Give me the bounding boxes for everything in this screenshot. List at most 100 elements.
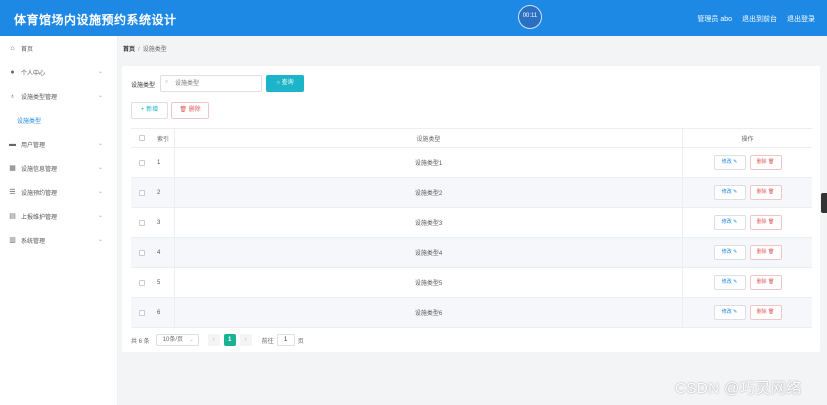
sidebar-item-5[interactable]: ▦ 设施信息管理 ⌄ — [0, 156, 117, 180]
sidebar-item-label: 系统管理 — [21, 238, 46, 245]
cell-ops: 修改 ✎ 删除 🗑 — [683, 185, 812, 200]
top-header: 体育馆场内设施预约系统设计 00:11 管理员 abo 退出到前台 退出登录 — [0, 0, 827, 36]
main-card: 设施类型 ⌕ ○ 查询 + 新增 🗑 删除 索引 设施类型 操作 1设施类型1修… — [122, 66, 820, 352]
cell-index: 3 — [153, 208, 175, 237]
sidebar-item-8[interactable]: ▥ 系统管理 ⌄ — [0, 228, 117, 252]
sidebar-item-3[interactable]: 设施类型 — [0, 108, 117, 132]
page-size-value: 10条/页 — [162, 337, 184, 343]
edit-button[interactable]: 修改 ✎ — [713, 305, 746, 320]
cell-type: 设施类型1 — [175, 148, 683, 177]
sidebar-item-label: 用户管理 — [21, 142, 46, 149]
sidebar-item-label: 个人中心 — [21, 70, 46, 77]
cell-ops: 修改 ✎ 删除 🗑 — [683, 275, 812, 290]
list-icon: ☰ — [9, 188, 16, 196]
sidebar-item-label: 设施类型管理 — [21, 94, 58, 101]
user-icon: ● — [10, 68, 15, 76]
admin-user-link[interactable]: 管理员 abo — [697, 14, 732, 24]
cell-ops: 修改 ✎ 删除 🗑 — [683, 305, 812, 320]
delete-button[interactable]: 删除 🗑 — [749, 305, 782, 320]
header-checkbox-cell — [131, 135, 153, 141]
row-checkbox[interactable] — [139, 219, 145, 226]
cell-ops: 修改 ✎ 删除 🗑 — [683, 155, 812, 170]
select-all-checkbox[interactable] — [139, 135, 145, 141]
query-button[interactable]: ○ 查询 — [266, 75, 304, 92]
search-input[interactable] — [160, 75, 262, 92]
folder-icon: ▬ — [9, 140, 16, 148]
mic-icon: ♁ — [9, 92, 16, 100]
delete-button[interactable]: 删除 🗑 — [749, 275, 782, 290]
delete-button[interactable]: 删除 🗑 — [749, 185, 782, 200]
sidebar-item-4[interactable]: ▬ 用户管理 ⌄ — [0, 132, 117, 156]
goto-page-input[interactable]: 1 — [276, 334, 295, 346]
cell-ops: 修改 ✎ 删除 🗑 — [683, 215, 812, 230]
delete-button[interactable]: 删除 🗑 — [749, 155, 782, 170]
table-row: 2 设施类型2 修改 ✎ 删除 🗑 — [131, 178, 812, 208]
row-checkbox[interactable] — [139, 189, 145, 196]
chevron-down-icon: ⌄ — [97, 213, 103, 219]
row-checkbox-cell — [131, 219, 153, 226]
breadcrumb-current: 设施类型 — [142, 47, 167, 53]
row-checkbox[interactable] — [139, 279, 145, 286]
row-checkbox[interactable] — [139, 309, 145, 316]
data-table: 索引 设施类型 操作 1 设施类型1 修改 ✎ 删除 🗑 2 设施类型2 修改 ✎ 删除 🗑 3… — [131, 128, 812, 328]
sidebar-item-1[interactable]: ● 个人中心 ⌄ — [0, 60, 117, 84]
search-label: 设施类型 — [131, 83, 156, 89]
delete-button[interactable]: 删除 🗑 — [749, 245, 782, 260]
logout-link[interactable]: 退出登录 — [787, 14, 815, 24]
prev-page-button[interactable]: ‹ — [207, 334, 220, 346]
row-checkbox[interactable] — [139, 249, 145, 256]
page-size-select[interactable]: 10条/页 ⌄ — [155, 334, 199, 346]
header-type: 设施类型 — [175, 129, 683, 147]
sidebar-item-label: 首页 — [21, 46, 34, 53]
edit-button[interactable]: 修改 ✎ — [713, 275, 746, 290]
table-row: 3 设施类型3 修改 ✎ 删除 🗑 — [131, 208, 812, 238]
edit-button[interactable]: 修改 ✎ — [713, 215, 746, 230]
report-icon: ▤ — [9, 212, 16, 220]
drawer-handle[interactable] — [821, 193, 827, 213]
row-checkbox-cell — [131, 189, 153, 196]
watermark: CSDN @巧灵网络 — [675, 380, 802, 397]
header-index: 索引 — [153, 129, 175, 147]
add-button[interactable]: + 新增 — [131, 102, 168, 119]
sidebar-item-6[interactable]: ☰ 设施预约管理 ⌄ — [0, 180, 117, 204]
row-checkbox-cell — [131, 309, 153, 316]
table-body: 1 设施类型1 修改 ✎ 删除 🗑 2 设施类型2 修改 ✎ 删除 🗑 3 设施类型3 修改 ✎ 删除… — [131, 148, 812, 328]
chevron-down-icon: ⌄ — [189, 337, 194, 343]
table-row: 1 设施类型1 修改 ✎ 删除 🗑 — [131, 148, 812, 178]
sidebar-item-7[interactable]: ▤ 上报维护管理 ⌄ — [0, 204, 117, 228]
edit-button[interactable]: 修改 ✎ — [713, 245, 746, 260]
sidebar-item-0[interactable]: ⌂ 首页 — [0, 36, 117, 60]
breadcrumb-separator: / — [138, 47, 140, 53]
sidebar-item-label: 上报维护管理 — [21, 214, 58, 221]
breadcrumb: 首页 / 设施类型 — [123, 44, 167, 53]
cell-type: 设施类型6 — [175, 298, 683, 327]
cell-type: 设施类型4 — [175, 238, 683, 267]
search-icon: ⌕ — [165, 79, 169, 85]
goto-prefix: 前往 — [261, 338, 274, 345]
sidebar-item-label: 设施信息管理 — [21, 166, 58, 173]
trash-icon: 🗑 — [179, 107, 187, 113]
cell-index: 4 — [153, 238, 175, 267]
next-page-button[interactable]: › — [239, 334, 252, 346]
chevron-down-icon: ⌄ — [97, 69, 103, 75]
sidebar: ⌂ 首页 ● 个人中心 ⌄ ♁ 设施类型管理 ⌄ 设施类型 ▬ 用户管理 ⌄ ▦ 设施信息管理 ⌄ ☰ 设施预约… — [0, 36, 118, 405]
sidebar-item-2[interactable]: ♁ 设施类型管理 ⌄ — [0, 84, 117, 108]
sidebar-menu: ⌂ 首页 ● 个人中心 ⌄ ♁ 设施类型管理 ⌄ 设施类型 ▬ 用户管理 ⌄ ▦ 设施信息管理 ⌄ ☰ 设施预约… — [0, 36, 117, 252]
front-page-link[interactable]: 退出到前台 — [742, 14, 777, 24]
edit-button[interactable]: 修改 ✎ — [713, 155, 746, 170]
goto-suffix: 页 — [297, 338, 304, 345]
building-icon: ▦ — [9, 164, 16, 172]
cell-ops: 修改 ✎ 删除 🗑 — [683, 245, 812, 260]
cell-type: 设施类型5 — [175, 268, 683, 297]
table-header: 索引 设施类型 操作 — [131, 128, 812, 148]
breadcrumb-home[interactable]: 首页 — [123, 47, 135, 53]
batch-delete-button[interactable]: 🗑 删除 — [171, 102, 209, 119]
row-checkbox[interactable] — [139, 159, 145, 166]
page-number-current[interactable]: 1 — [223, 334, 236, 346]
chevron-down-icon: ⌄ — [97, 237, 103, 243]
batch-delete-label: 删除 — [188, 107, 201, 113]
cell-index: 5 — [153, 268, 175, 297]
delete-button[interactable]: 删除 🗑 — [749, 215, 782, 230]
pagination: 共 6 条 10条/页 ⌄ ‹ 1 › 前往 1 页 — [131, 334, 304, 346]
edit-button[interactable]: 修改 ✎ — [713, 185, 746, 200]
